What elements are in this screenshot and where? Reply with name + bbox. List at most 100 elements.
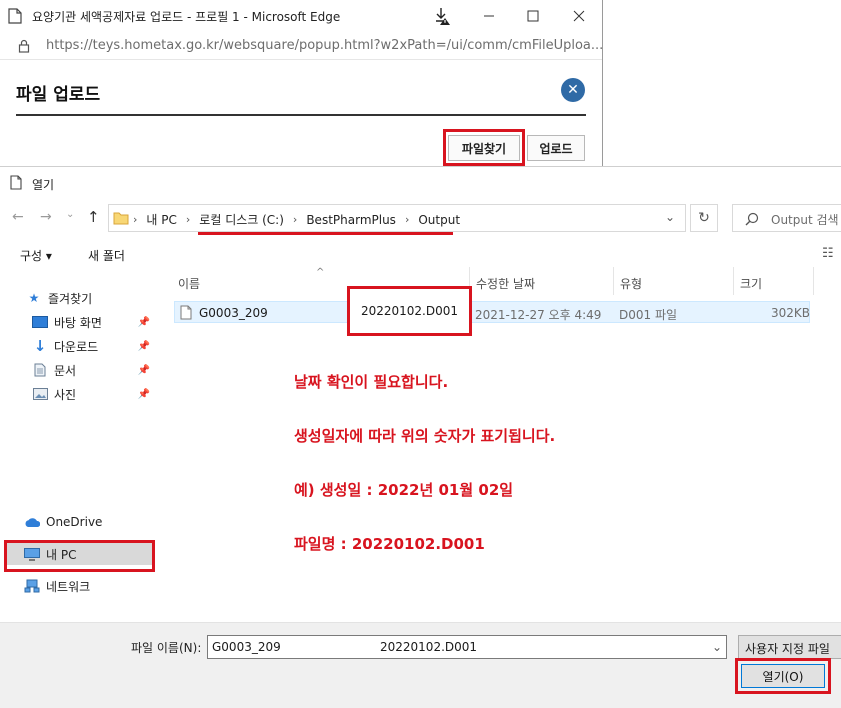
highlight-path-underline: [198, 232, 453, 235]
refresh-button[interactable]: ↻: [690, 204, 718, 232]
popup-close-button[interactable]: ✕: [561, 78, 585, 102]
filename-label: 파일 이름(N):: [131, 641, 202, 655]
dialog-page-icon: [10, 175, 22, 190]
column-divider: [613, 267, 614, 295]
open-file-dialog: 열기 ← → ⌄ ↑ › 내 PC › 로컬 디스크 (C:) › BestPh…: [0, 166, 841, 708]
back-arrow-icon[interactable]: ←: [12, 209, 24, 225]
path-address-bar[interactable]: › 내 PC › 로컬 디스크 (C:) › BestPharmPlus › O…: [108, 204, 686, 232]
breadcrumb-output[interactable]: Output: [418, 213, 460, 227]
recent-locations-chevron-icon[interactable]: ⌄: [66, 209, 74, 220]
pin-icon: 📌: [137, 340, 150, 352]
dialog-toolbar: 구성 ▾ 새 폴더 ☷: [0, 239, 841, 267]
filename-dropdown-chevron-icon[interactable]: ⌄: [712, 640, 722, 654]
close-window-button[interactable]: [556, 0, 602, 32]
filename-value: G0003_209: [212, 640, 281, 654]
file-size: 302KB: [771, 306, 811, 320]
nav-onedrive[interactable]: OneDrive: [24, 511, 156, 533]
window-title: 요양기관 세액공제자료 업로드 - 프로필 1 - Microsoft Edge: [32, 10, 341, 24]
breadcrumb-this-pc[interactable]: 내 PC: [146, 211, 176, 228]
popup-divider: [16, 114, 586, 116]
nav-item-pictures[interactable]: 사진 📌: [32, 383, 156, 405]
highlight-this-pc: [4, 540, 155, 572]
desktop-icon: [32, 315, 48, 329]
filetype-select[interactable]: 사용자 지정 파일: [738, 635, 841, 659]
minimize-button[interactable]: [466, 0, 512, 32]
filename-annotation: 20220102.D001: [360, 304, 459, 318]
upload-button[interactable]: 업로드: [527, 135, 585, 161]
edge-popup-window: 요양기관 세액공제자료 업로드 - 프로필 1 - Microsoft Edge…: [0, 0, 603, 170]
pin-icon: 📌: [137, 316, 150, 328]
nav-item-label: 사진: [54, 387, 77, 402]
view-options-icon[interactable]: ☷: [822, 246, 834, 261]
sort-ascending-icon: ^: [316, 267, 325, 278]
file-type: D001 파일: [619, 308, 678, 322]
refresh-icon: ↻: [698, 210, 710, 226]
navigation-row: ← → ⌄ ↑ › 내 PC › 로컬 디스크 (C:) › BestPharm…: [0, 201, 841, 235]
pin-icon: 📌: [137, 364, 150, 376]
column-divider: [733, 267, 734, 295]
star-icon: ★: [28, 291, 40, 305]
new-folder-button[interactable]: 새 폴더: [88, 247, 125, 264]
column-header-type[interactable]: 유형: [620, 275, 642, 292]
cloud-icon: [24, 515, 40, 529]
search-input[interactable]: Output 검색: [732, 204, 841, 232]
nav-item-label: 문서: [54, 363, 77, 378]
note-line-2: 생성일자에 따라 위의 숫자가 표기됩니다.: [294, 427, 556, 445]
highlight-open-button: [735, 658, 831, 694]
nav-item-label: 바탕 화면: [54, 315, 102, 330]
download-warning-icon[interactable]: [420, 0, 466, 32]
column-divider: [813, 267, 814, 295]
lock-icon: [18, 39, 30, 53]
address-bar[interactable]: https://teys.hometax.go.kr/websquare/pop…: [0, 32, 604, 60]
breadcrumb-bestpharmplus[interactable]: BestPharmPlus: [306, 213, 396, 227]
popup-title: 파일 업로드: [16, 85, 101, 105]
download-icon: ↓: [33, 337, 47, 355]
filename-input[interactable]: G0003_209 20220102.D001 ⌄: [207, 635, 727, 659]
column-header-name[interactable]: 이름: [178, 275, 200, 292]
search-placeholder: Output 검색: [771, 213, 839, 227]
nav-network-label: 네트워크: [46, 579, 91, 594]
network-icon: [24, 579, 40, 593]
nav-item-downloads[interactable]: ↓ 다운로드 📌: [32, 335, 156, 357]
close-icon: ✕: [567, 82, 579, 98]
folder-icon: [113, 212, 129, 225]
column-header-size[interactable]: 크기: [740, 275, 762, 292]
note-line-1: 날짜 확인이 필요합니다.: [294, 373, 449, 391]
edge-titlebar: 요양기관 세액공제자료 업로드 - 프로필 1 - Microsoft Edge: [0, 0, 602, 32]
forward-arrow-icon[interactable]: →: [40, 209, 52, 225]
file-list-pane: ^ 이름 수정한 날짜 유형 크기 G0003_209 2021-12-27 오…: [160, 267, 841, 622]
filename-annotation-box: 20220102.D001: [347, 286, 472, 336]
nav-item-desktop[interactable]: 바탕 화면 📌: [32, 311, 156, 333]
note-line-3: 예) 생성일 : 2022년 01월 02일: [294, 481, 514, 499]
nav-item-label: 다운로드: [54, 339, 99, 354]
breadcrumb-separator-icon: ›: [404, 213, 410, 226]
dialog-title: 열기: [32, 178, 55, 192]
page-icon: [8, 8, 22, 24]
highlight-find-file: [443, 129, 525, 166]
nav-favorites[interactable]: ★ 즐겨찾기: [26, 287, 156, 309]
nav-onedrive-label: OneDrive: [46, 515, 103, 529]
dialog-footer: 파일 이름(N): G0003_209 20220102.D001 ⌄ 사용자 …: [0, 622, 841, 708]
maximize-button[interactable]: [510, 0, 556, 32]
file-name: G0003_209: [199, 306, 268, 320]
nav-item-documents[interactable]: 문서 📌: [32, 359, 156, 381]
filename-annotation-text: 20220102.D001: [380, 640, 478, 654]
organize-menu[interactable]: 구성 ▾: [20, 247, 52, 264]
nav-network[interactable]: 네트워크: [24, 575, 156, 597]
file-modified: 2021-12-27 오후 4:49: [475, 308, 602, 322]
picture-icon: [32, 387, 48, 401]
breadcrumb-separator-icon: ›: [185, 213, 191, 226]
breadcrumb-local-disk[interactable]: 로컬 디스크 (C:): [199, 211, 284, 228]
note-line-4: 파일명 : 20220102.D001: [294, 535, 485, 553]
nav-favorites-label: 즐겨찾기: [48, 291, 93, 306]
up-arrow-icon[interactable]: ↑: [87, 208, 100, 226]
filetype-value: 사용자 지정 파일: [745, 642, 830, 656]
file-icon: [180, 305, 192, 320]
path-dropdown-chevron-icon[interactable]: ⌄: [665, 210, 675, 224]
pin-icon: 📌: [137, 388, 150, 400]
column-header-modified[interactable]: 수정한 날짜: [476, 275, 535, 292]
file-row[interactable]: G0003_209 2021-12-27 오후 4:49 D001 파일 302…: [174, 301, 810, 323]
breadcrumb-separator-icon: ›: [133, 213, 138, 226]
breadcrumb-separator-icon: ›: [292, 213, 298, 226]
url-text: https://teys.hometax.go.kr/websquare/pop…: [46, 38, 604, 53]
